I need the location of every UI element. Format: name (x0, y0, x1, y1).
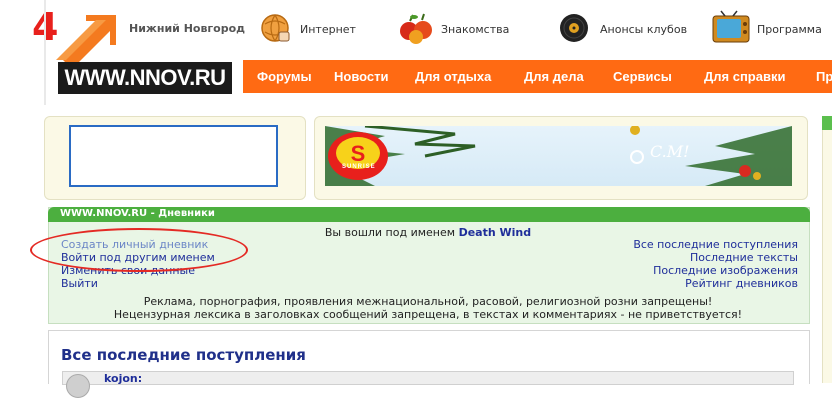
nav-item-reference[interactable]: Для справки (704, 69, 785, 84)
recent-section-title: Все последние поступления (61, 346, 306, 364)
top-link-tv-program[interactable]: Программа (757, 23, 822, 36)
bauble-icon (630, 150, 644, 164)
nav-item-more[interactable]: Пр (816, 69, 832, 84)
left-divider (44, 0, 46, 105)
entry-author[interactable]: kojon: (104, 372, 142, 385)
top-link-clubs[interactable]: Анонсы клубов (600, 23, 687, 36)
city-name[interactable]: Нижний Новгород (129, 22, 245, 35)
left-ad-frame[interactable] (69, 125, 278, 187)
recent-texts-link[interactable]: Последние тексты (690, 251, 798, 264)
recent-images-link[interactable]: Последние изображения (653, 264, 798, 277)
login-prefix: Вы вошли под именем (324, 226, 456, 239)
avatar[interactable] (66, 374, 90, 398)
sunrise-logo-icon: S (328, 132, 388, 180)
right-sidebar-header (822, 116, 832, 130)
logout-link[interactable]: Выйти (61, 277, 98, 290)
nav-item-business[interactable]: Для дела (524, 69, 584, 84)
christmas-tree-branches-icon (325, 126, 792, 186)
top-link-internet[interactable]: Интернет (300, 23, 356, 36)
diary-panel-title: WWW.NNOV.RU - Дневники (60, 208, 215, 219)
sunrise-logo-text: SUNRISE (342, 164, 376, 170)
logo-url-text[interactable]: WWW.NNOV.RU (58, 62, 232, 94)
right-sidebar-edge (822, 116, 832, 383)
rule-ads: Реклама, порнография, проявления межнаци… (143, 295, 713, 308)
top-link-dating[interactable]: Знакомства (441, 23, 509, 36)
banner-greeting: C.M! (650, 142, 690, 161)
nav-item-services[interactable]: Сервисы (613, 69, 672, 84)
apples-icon[interactable] (398, 10, 434, 46)
rule-language: Нецензурная лексика в заголовках сообщен… (113, 308, 743, 321)
globe-hand-icon[interactable] (257, 10, 293, 46)
tv-icon[interactable] (711, 10, 751, 46)
svg-text:S: S (351, 141, 366, 166)
diary-rating-link[interactable]: Рейтинг дневников (685, 277, 798, 290)
all-recent-link[interactable]: Все последние поступления (633, 238, 798, 251)
main-nav-bar: Форумы Новости Для отдыха Для дела Серви… (243, 60, 832, 93)
sunrise-banner[interactable] (325, 126, 792, 186)
vinyl-record-icon[interactable] (556, 10, 592, 46)
highlight-circle (30, 228, 248, 272)
nav-item-news[interactable]: Новости (334, 69, 389, 84)
login-username[interactable]: Death Wind (459, 226, 532, 239)
nav-item-forums[interactable]: Форумы (257, 69, 312, 84)
nav-item-leisure[interactable]: Для отдыха (415, 69, 491, 84)
